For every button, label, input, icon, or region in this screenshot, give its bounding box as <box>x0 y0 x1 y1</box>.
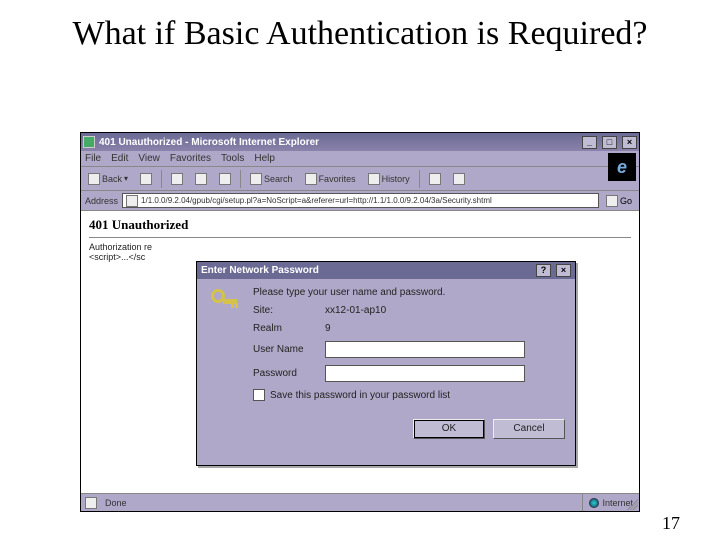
browser-window: 401 Unauthorized - Microsoft Internet Ex… <box>80 132 640 512</box>
close-button[interactable]: × <box>622 136 637 149</box>
go-button[interactable]: Go <box>603 195 635 207</box>
mail-icon <box>429 173 441 185</box>
back-icon <box>88 173 100 185</box>
browser-title-text: 401 Unauthorized - Microsoft Internet Ex… <box>99 137 319 148</box>
toolbar: Back▾ Search Favorites History <box>81 167 639 191</box>
save-password-label: Save this password in your password list <box>270 390 450 401</box>
menu-favorites[interactable]: Favorites <box>170 153 211 164</box>
password-label: Password <box>253 368 319 379</box>
dialog-close-button[interactable]: × <box>556 264 571 277</box>
save-password-checkbox[interactable] <box>253 389 265 401</box>
forward-icon <box>140 173 152 185</box>
status-text: Done <box>101 494 583 511</box>
menu-edit[interactable]: Edit <box>111 153 128 164</box>
home-button[interactable] <box>216 172 234 186</box>
minimize-button[interactable]: _ <box>582 136 597 149</box>
address-label: Address <box>85 196 118 206</box>
dialog-title-text: Enter Network Password <box>201 265 319 276</box>
page-number: 17 <box>662 513 680 534</box>
key-icon <box>207 287 239 321</box>
maximize-button[interactable]: □ <box>602 136 617 149</box>
dialog-help-button[interactable]: ? <box>536 264 551 277</box>
stop-button[interactable] <box>168 172 186 186</box>
menu-view[interactable]: View <box>138 153 160 164</box>
ie-logo-icon: e <box>608 153 636 181</box>
browser-titlebar: 401 Unauthorized - Microsoft Internet Ex… <box>81 133 639 151</box>
dialog-titlebar: Enter Network Password ? × <box>197 262 575 279</box>
menu-help[interactable]: Help <box>254 153 275 164</box>
address-url: 1/1.0.0/9.2.04/gpub/cgi/setup.pl?a=NoScr… <box>141 196 492 205</box>
search-icon <box>250 173 262 185</box>
home-icon <box>219 173 231 185</box>
back-button[interactable]: Back▾ <box>85 172 131 186</box>
page-heading-401: 401 Unauthorized <box>89 217 631 233</box>
url-page-icon <box>126 195 138 207</box>
favorites-icon <box>305 173 317 185</box>
page-text-auth: Authorization re <box>89 242 631 252</box>
address-input[interactable]: 1/1.0.0/9.2.04/gpub/cgi/setup.pl?a=NoScr… <box>122 193 599 208</box>
search-button[interactable]: Search <box>247 172 296 186</box>
password-input[interactable] <box>325 365 525 382</box>
dialog-message: Please type your user name and password. <box>253 287 565 298</box>
address-bar: Address 1/1.0.0/9.2.04/gpub/cgi/setup.pl… <box>81 191 639 211</box>
menu-file[interactable]: File <box>85 153 101 164</box>
refresh-icon <box>195 173 207 185</box>
status-page-icon <box>85 497 97 509</box>
menubar: File Edit View Favorites Tools Help <box>81 151 639 167</box>
history-button[interactable]: History <box>365 172 413 186</box>
go-icon <box>606 195 618 207</box>
print-button[interactable] <box>450 172 468 186</box>
realm-value: 9 <box>325 323 565 334</box>
slide-title: What if Basic Authentication is Required… <box>40 14 680 53</box>
refresh-button[interactable] <box>192 172 210 186</box>
username-input[interactable] <box>325 341 525 358</box>
menu-tools[interactable]: Tools <box>221 153 244 164</box>
print-icon <box>453 173 465 185</box>
site-value: xx12-01-ap10 <box>325 305 565 316</box>
resize-grip[interactable] <box>624 496 638 510</box>
globe-icon <box>589 498 599 508</box>
ok-button[interactable]: OK <box>413 419 485 439</box>
cancel-button[interactable]: Cancel <box>493 419 565 439</box>
history-icon <box>368 173 380 185</box>
stop-icon <box>171 173 183 185</box>
favorites-button[interactable]: Favorites <box>302 172 359 186</box>
page-content: 401 Unauthorized Authorization re <scrip… <box>81 211 639 493</box>
status-bar: Done Internet <box>81 493 639 511</box>
mail-button[interactable] <box>426 172 444 186</box>
auth-dialog: Enter Network Password ? × Please type y… <box>196 261 576 466</box>
realm-label: Realm <box>253 323 319 334</box>
site-label: Site: <box>253 305 319 316</box>
username-label: User Name <box>253 344 319 355</box>
ie-page-icon <box>83 136 95 148</box>
forward-button[interactable] <box>137 172 155 186</box>
